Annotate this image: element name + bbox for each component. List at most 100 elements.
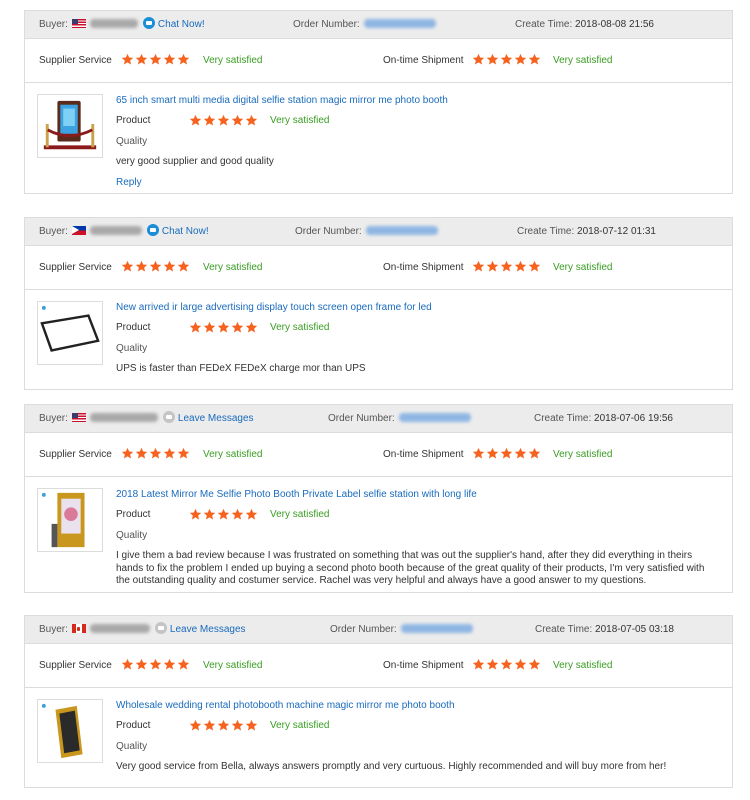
create-time-label: Create Time: (535, 624, 593, 635)
buyer-name-redacted (89, 226, 142, 235)
ontime-shipment-label: On-time Shipment (383, 449, 464, 460)
quality-label: Quality (116, 741, 148, 752)
chat-icon[interactable] (146, 224, 159, 236)
ontime-shipment-stars (472, 433, 541, 477)
buyer-label: Buyer: (39, 19, 68, 30)
product-title-link[interactable]: Wholesale wedding rental photobooth mach… (116, 700, 455, 711)
order-number: Order Number: (295, 218, 438, 246)
buyer-info: Buyer: Chat Now! (39, 218, 209, 246)
message-icon[interactable] (162, 411, 175, 423)
us-flag-icon (71, 19, 86, 28)
contact-link[interactable]: Leave Messages (178, 413, 254, 424)
review-body: 2018 Latest Mirror Me Selfie Photo Booth… (25, 477, 732, 592)
create-time: Create Time: 2018-07-05 03:18 (535, 616, 674, 644)
contact-link[interactable]: Leave Messages (170, 624, 246, 635)
supplier-service-stars (121, 644, 190, 688)
order-number-label: Order Number: (330, 624, 397, 635)
review-header: Buyer: Leave Messages Order Number: Creat… (25, 405, 732, 433)
order-number-label: Order Number: (295, 226, 362, 237)
magic-mirror-booth-image (43, 100, 97, 150)
product-label: Product (116, 115, 151, 126)
review-card: Buyer: Chat Now! Order Number: Create Tim… (24, 217, 733, 390)
create-time: Create Time: 2018-07-12 01:31 (517, 218, 656, 246)
product-thumbnail[interactable] (37, 488, 103, 552)
ontime-shipment-label: On-time Shipment (383, 660, 464, 671)
product-thumbnail[interactable] (37, 699, 103, 763)
buyer-name-redacted (89, 624, 150, 633)
ca-flag-icon (71, 624, 86, 633)
quality-label: Quality (116, 136, 148, 147)
supplier-service-stars (121, 246, 190, 290)
review-card: Buyer: Leave Messages Order Number: Creat… (24, 615, 733, 788)
product-title-link[interactable]: New arrived ir large advertising display… (116, 302, 432, 313)
create-time-value: 2018-08-08 21:56 (575, 19, 654, 30)
ontime-shipment-stars (472, 644, 541, 688)
supplier-service-rating: Very satisfied (203, 449, 263, 460)
ontime-shipment-rating: Very satisfied (553, 55, 613, 66)
product-rating-text: Very satisfied (270, 509, 330, 520)
contact-link[interactable]: Chat Now! (162, 226, 209, 237)
buyer-name-redacted (89, 413, 158, 422)
mirror-booth-image (41, 492, 85, 548)
contact-link[interactable]: Chat Now! (158, 19, 205, 30)
product-rating-text: Very satisfied (270, 720, 330, 731)
create-time: Create Time: 2018-08-08 21:56 (515, 11, 654, 39)
review-comment: very good supplier and good quality (116, 156, 274, 167)
product-quality-rating: Product Very satisfied (116, 321, 416, 336)
order-number: Order Number: (293, 11, 436, 39)
product-rating-text: Very satisfied (270, 115, 330, 126)
review-header: Buyer: Chat Now! Order Number: Create Tim… (25, 218, 732, 246)
order-number-label: Order Number: (328, 413, 395, 424)
supplier-service-rating: Very satisfied (203, 660, 263, 671)
order-number: Order Number: (328, 405, 471, 433)
service-ratings: Supplier Service Very satisfied On-time … (25, 644, 732, 688)
product-title-link[interactable]: 2018 Latest Mirror Me Selfie Photo Booth… (116, 489, 477, 500)
buyer-label: Buyer: (39, 624, 68, 635)
buyer-label: Buyer: (39, 413, 68, 424)
review-body: New arrived ir large advertising display… (25, 290, 732, 389)
product-rating-text: Very satisfied (270, 322, 330, 333)
ontime-shipment-rating: Very satisfied (553, 262, 613, 273)
buyer-name-redacted (89, 19, 138, 28)
supplier-service-label: Supplier Service (39, 660, 112, 671)
chat-icon[interactable] (142, 17, 155, 29)
product-stars (189, 321, 258, 334)
create-time-label: Create Time: (515, 19, 573, 30)
ph-flag-icon (71, 226, 86, 235)
ontime-shipment-stars (472, 246, 541, 290)
order-number-redacted (365, 226, 438, 235)
service-ratings: Supplier Service Very satisfied On-time … (25, 246, 732, 290)
message-icon[interactable] (154, 622, 167, 634)
product-quality-rating: Product Very satisfied (116, 114, 416, 129)
product-thumbnail[interactable] (37, 94, 103, 158)
review-card: Buyer: Leave Messages Order Number: Creat… (24, 404, 733, 593)
create-time-value: 2018-07-06 19:56 (594, 413, 673, 424)
ontime-shipment-label: On-time Shipment (383, 262, 464, 273)
review-comment: Very good service from Bella, always ans… (116, 761, 667, 772)
product-thumbnail[interactable] (37, 301, 103, 365)
product-quality-rating: Product Very satisfied (116, 508, 416, 523)
review-card: Buyer: Chat Now! Order Number: Create Tim… (24, 10, 733, 194)
ontime-shipment-rating: Very satisfied (553, 660, 613, 671)
review-body: Wholesale wedding rental photobooth mach… (25, 688, 732, 787)
order-number-redacted (400, 624, 473, 633)
gold-mirror-booth-image (41, 703, 83, 759)
reply-link[interactable]: Reply (116, 177, 142, 188)
buyer-info: Buyer: Leave Messages (39, 616, 246, 644)
buyer-info: Buyer: Chat Now! (39, 11, 205, 39)
quality-label: Quality (116, 530, 148, 541)
order-number: Order Number: (330, 616, 473, 644)
ontime-shipment-label: On-time Shipment (383, 55, 464, 66)
product-stars (189, 114, 258, 127)
review-header: Buyer: Leave Messages Order Number: Creat… (25, 616, 732, 644)
order-number-redacted (363, 19, 436, 28)
review-body: 65 inch smart multi media digital selfie… (25, 83, 732, 193)
service-ratings: Supplier Service Very satisfied On-time … (25, 433, 732, 477)
supplier-service-stars (121, 39, 190, 83)
create-time: Create Time: 2018-07-06 19:56 (534, 405, 673, 433)
order-number-redacted (398, 413, 471, 422)
buyer-info: Buyer: Leave Messages (39, 405, 254, 433)
product-title-link[interactable]: 65 inch smart multi media digital selfie… (116, 95, 448, 106)
touch-frame-image (40, 305, 100, 352)
review-comment: I give them a bad review because I was f… (116, 550, 705, 586)
